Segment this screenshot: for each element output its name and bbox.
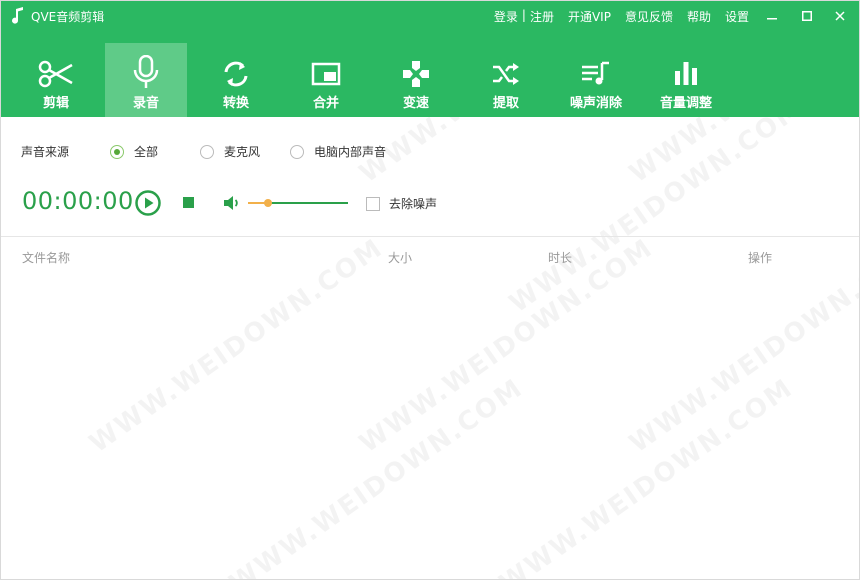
tab-label: 噪声消除 [569, 96, 622, 111]
denoise-checkbox[interactable]: 去除噪声 [366, 195, 437, 212]
tab-denoise[interactable]: 噪声消除 [555, 47, 637, 117]
source-label: 声音来源 [21, 145, 70, 159]
help-link[interactable]: 帮助 [687, 8, 711, 25]
tab-label: 剪辑 [42, 96, 69, 111]
tab-convert[interactable]: 转换 [195, 47, 277, 117]
stop-button[interactable] [183, 197, 194, 208]
close-button[interactable] [825, 1, 855, 31]
column-header-actions[interactable]: 操作 [748, 249, 772, 266]
tab-volume[interactable]: 音量调整 [645, 47, 727, 117]
settings-link[interactable]: 设置 [725, 8, 749, 25]
column-header-size[interactable]: 大小 [388, 249, 412, 266]
playlist-music-icon [582, 61, 609, 85]
tab-label: 提取 [492, 96, 519, 111]
tab-label: 变速 [402, 96, 429, 111]
denoise-label: 去除噪声 [389, 197, 438, 211]
maximize-icon [802, 11, 812, 21]
tab-label: 合并 [312, 96, 339, 111]
bar-chart-icon [675, 62, 697, 85]
tab-extract[interactable]: 提取 [465, 47, 547, 117]
radio-circle[interactable] [200, 144, 214, 159]
microphone-icon [133, 55, 159, 88]
column-header-duration[interactable]: 时长 [548, 249, 572, 266]
record-timer: 00:00:00 [22, 187, 134, 215]
minimize-icon [767, 18, 777, 20]
tab-label: 转换 [222, 96, 249, 111]
top-links: 登录 | 注册 开通VIP 意见反馈 帮助 设置 [494, 8, 749, 25]
account-links: 登录 | 注册 [494, 8, 554, 25]
app-window: WWW.WEIDOWN.COM WWW.WEIDOWN.COM WWW.WEID… [0, 0, 860, 580]
picture-in-picture-icon [311, 62, 341, 86]
checkbox-box[interactable] [366, 196, 380, 211]
radio-label: 电脑内部声音 [314, 145, 387, 159]
source-radio-microphone[interactable]: 麦克风 [200, 143, 260, 160]
title-bar: QVE音频剪辑 登录 | 注册 开通VIP 意见反馈 帮助 设置 [1, 1, 859, 31]
divider [1, 236, 859, 237]
source-radio-all[interactable]: 全部 [110, 143, 158, 160]
play-circle-icon [135, 190, 161, 216]
tab-record[interactable]: 录音 [105, 43, 187, 117]
register-link[interactable]: 注册 [530, 8, 554, 25]
file-list[interactable] [1, 271, 859, 579]
link-separator: | [521, 8, 526, 22]
music-note-icon [12, 7, 23, 24]
radio-circle[interactable] [110, 144, 124, 159]
source-radio-system-audio[interactable]: 电脑内部声音 [290, 143, 386, 160]
tab-cut[interactable]: 剪辑 [15, 47, 97, 117]
gamepad-icon [403, 61, 429, 87]
tab-label: 录音 [132, 96, 159, 111]
app-title: QVE音频剪辑 [31, 10, 105, 24]
close-icon [835, 11, 845, 21]
column-header-filename[interactable]: 文件名称 [22, 249, 70, 266]
minimize-button[interactable] [757, 1, 787, 31]
vip-link[interactable]: 开通VIP [568, 8, 611, 25]
login-link[interactable]: 登录 [494, 8, 518, 25]
shuffle-icon [493, 63, 519, 85]
feedback-link[interactable]: 意见反馈 [625, 8, 673, 25]
tab-label: 音量调整 [659, 96, 712, 111]
speaker-icon[interactable] [223, 194, 241, 212]
tab-merge[interactable]: 合并 [285, 47, 367, 117]
volume-slider[interactable] [248, 199, 348, 207]
radio-label: 麦克风 [224, 145, 261, 159]
refresh-icon [224, 61, 248, 87]
main-toolbar: 剪辑 录音 转换 合并 变速 提取 噪声消除 音量调整 [1, 31, 859, 117]
scissors-icon [38, 60, 73, 88]
volume-slider-knob[interactable] [264, 199, 272, 207]
radio-label: 全部 [134, 145, 159, 159]
maximize-button[interactable] [792, 1, 822, 31]
tab-speed[interactable]: 变速 [375, 47, 457, 117]
play-button[interactable] [135, 190, 161, 216]
radio-circle[interactable] [290, 144, 304, 159]
